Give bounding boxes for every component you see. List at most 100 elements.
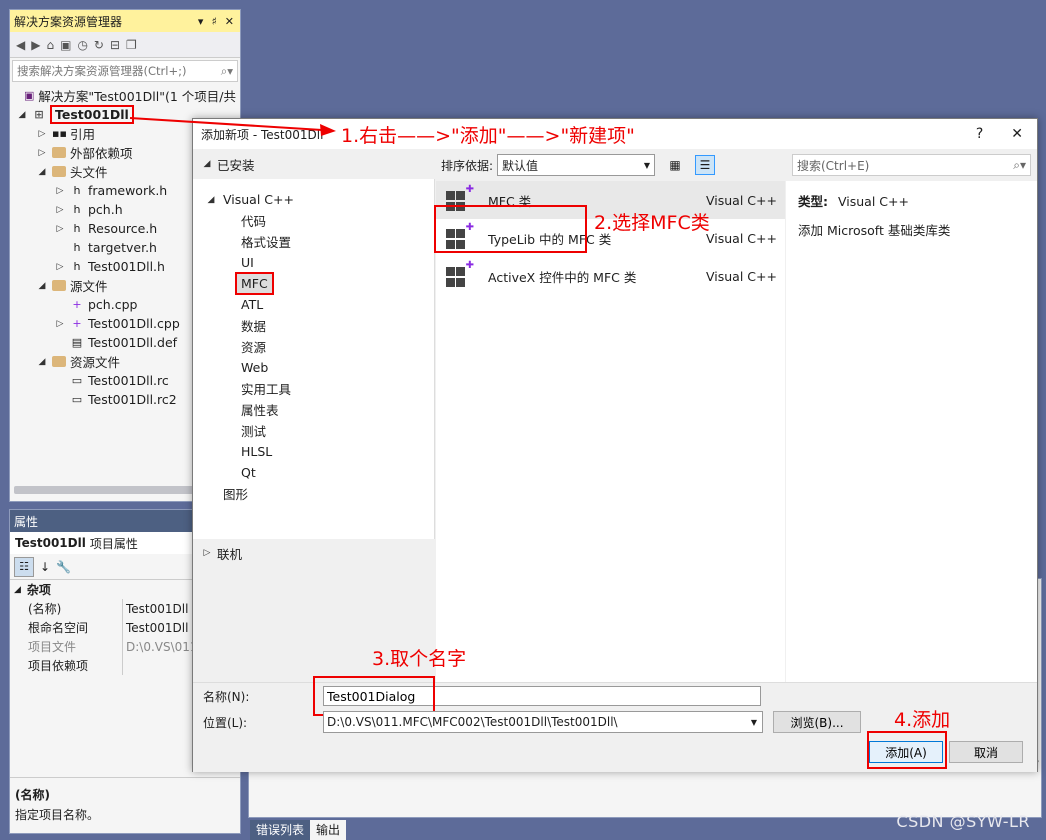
solution-node[interactable]: ▣ 解决方案"Test001Dll"(1 个项目/共 1	[10, 86, 240, 105]
tree-item-label: targetver.h	[88, 240, 157, 255]
property-pages-icon[interactable]: 🔧	[56, 560, 71, 574]
category-item[interactable]: Qt	[193, 462, 434, 483]
template-search-input[interactable]: 搜索(Ctrl+E) ⌕▾	[792, 154, 1031, 176]
category-item[interactable]: 属性表	[193, 399, 434, 420]
header-file-icon: h	[73, 202, 81, 216]
tree-item-label: pch.h	[88, 202, 123, 217]
properties-subject-name: Test001Dll	[15, 536, 86, 550]
expand-arrow-icon[interactable]: ▷	[36, 148, 48, 158]
tree-node-label: Visual C++	[223, 192, 294, 207]
expand-arrow-icon[interactable]: ▷	[54, 186, 66, 196]
category-item[interactable]: ATL	[193, 294, 434, 315]
category-item[interactable]: 测试	[193, 420, 434, 441]
category-item[interactable]: MFC	[193, 272, 434, 295]
expand-arrow-icon[interactable]: ▷	[54, 205, 66, 215]
tree-item-label: 外部依赖项	[70, 146, 133, 161]
properties-subject-type: 项目属性	[89, 536, 138, 551]
category-label: 实用工具	[241, 382, 292, 397]
template-item[interactable]: ✚ ActiveX 控件中的 MFC 类 Visual C++	[436, 257, 785, 295]
tree-node-graphics[interactable]: 图形	[193, 483, 434, 504]
description-text: 指定项目名称。	[15, 808, 100, 822]
online-node[interactable]: ▷ 联机	[193, 541, 435, 565]
pin-icon[interactable]: ♯	[211, 15, 216, 28]
expand-arrow-icon[interactable]: ▷	[36, 129, 48, 139]
category-label: Web	[241, 360, 269, 375]
type-label: 类型:	[798, 194, 828, 209]
collapse-all-icon[interactable]: ⊟	[110, 38, 120, 52]
name-input[interactable]	[323, 686, 761, 706]
location-value: D:\0.VS\011.MFC\MFC002\Test001Dll\Test00…	[327, 715, 618, 729]
dialog-title: 添加新项 - Test001Dll	[201, 127, 324, 142]
switch-views-icon[interactable]: ▣	[60, 38, 71, 52]
collapse-icon[interactable]: ◢	[14, 585, 21, 595]
expand-arrow-icon[interactable]: ▷	[54, 262, 66, 272]
expand-arrow-icon[interactable]: ◢	[36, 357, 48, 367]
property-name: 项目依赖项	[10, 656, 123, 675]
category-item[interactable]: HLSL	[193, 441, 434, 462]
category-label: 格式设置	[241, 235, 292, 250]
close-button[interactable]: ✕	[1011, 126, 1023, 142]
list-view-icon[interactable]: ☰	[695, 155, 716, 175]
template-language: Visual C++	[706, 192, 777, 208]
category-label: ATL	[241, 297, 264, 312]
browse-button[interactable]: 浏览(B)...	[773, 711, 861, 733]
small-icons-view-icon[interactable]: ▦	[665, 155, 685, 175]
solution-label: 解决方案"Test001Dll"(1 个项目/共 1	[38, 89, 240, 104]
tab-output[interactable]: 输出	[310, 820, 347, 840]
sort-dropdown[interactable]: 默认值 ▼	[497, 154, 656, 176]
name-label: 名称(N):	[203, 689, 250, 704]
property-value[interactable]: Test001Dll	[123, 621, 188, 635]
annotation-step3: 3.取个名字	[372, 648, 467, 670]
back-icon[interactable]: ◀	[16, 38, 25, 52]
close-panel-icon[interactable]: ✕	[225, 15, 234, 28]
category-item[interactable]: 实用工具	[193, 378, 434, 399]
category-item[interactable]: 代码	[193, 210, 434, 231]
expand-arrow-icon[interactable]: ▷	[54, 319, 66, 329]
collapse-icon[interactable]: ◢	[201, 159, 213, 169]
panel-menu-icon[interactable]: ▾	[198, 15, 204, 28]
solution-explorer-toolbar: ◀ ▶ ⌂ ▣ ◷ ↻ ⊟ ❐	[10, 32, 240, 58]
expand-arrow-icon[interactable]: ◢	[16, 110, 28, 120]
category-label: 代码	[241, 214, 267, 229]
property-name: 项目文件	[10, 637, 123, 656]
chevron-down-icon: ▼	[750, 717, 757, 727]
solution-explorer-search[interactable]: 搜索解决方案资源管理器(Ctrl+;) ⌕▾	[12, 60, 238, 82]
help-button[interactable]: ?	[976, 126, 983, 142]
expand-arrow-icon[interactable]: ◢	[36, 167, 48, 177]
categorized-icon[interactable]: ☷	[14, 556, 34, 577]
installed-header[interactable]: ◢ 已安装	[193, 149, 435, 179]
tree-node-visual-cpp[interactable]: ◢ Visual C++	[193, 189, 434, 210]
tree-node-label: 图形	[223, 487, 249, 502]
history-icon[interactable]: ◷	[77, 38, 87, 52]
refresh-icon[interactable]: ↻	[94, 38, 104, 52]
tree-item-label: 引用	[70, 127, 96, 142]
expand-arrow-icon[interactable]: ◢	[36, 281, 48, 291]
property-value[interactable]: Test001Dll	[123, 602, 188, 616]
search-icon[interactable]: ⌕▾	[1013, 158, 1026, 173]
category-item[interactable]: 格式设置	[193, 231, 434, 252]
tree-item-label: Test001Dll.h	[88, 259, 165, 274]
search-icon[interactable]: ⌕▾	[221, 64, 233, 79]
home-icon[interactable]: ⌂	[46, 38, 54, 52]
forward-icon[interactable]: ▶	[31, 38, 40, 52]
show-all-files-icon[interactable]: ❐	[126, 38, 137, 52]
def-file-icon: ▤	[71, 335, 83, 349]
alphabetical-icon[interactable]: ↓	[40, 560, 50, 574]
collapse-icon[interactable]: ◢	[205, 195, 217, 205]
tab-error-list[interactable]: 错误列表	[250, 820, 311, 840]
category-item[interactable]: 数据	[193, 315, 434, 336]
expand-arrow-icon[interactable]: ▷	[54, 224, 66, 234]
expand-icon[interactable]: ▷	[201, 548, 213, 558]
category-item[interactable]: 资源	[193, 336, 434, 357]
location-dropdown[interactable]: D:\0.VS\011.MFC\MFC002\Test001Dll\Test00…	[323, 711, 763, 733]
category-label: HLSL	[241, 444, 273, 459]
cpp-file-icon: +	[72, 316, 82, 330]
category-item[interactable]: Web	[193, 357, 434, 378]
category-item[interactable]: UI	[193, 252, 434, 273]
property-value[interactable]: D:\0.VS\011	[123, 640, 198, 654]
cancel-button[interactable]: 取消	[949, 741, 1023, 763]
type-row: 类型: Visual C++	[798, 191, 1025, 210]
installed-label: 已安装	[217, 157, 255, 173]
cpp-file-icon: +	[72, 297, 82, 311]
mfc-class-highlight-box	[434, 205, 587, 253]
